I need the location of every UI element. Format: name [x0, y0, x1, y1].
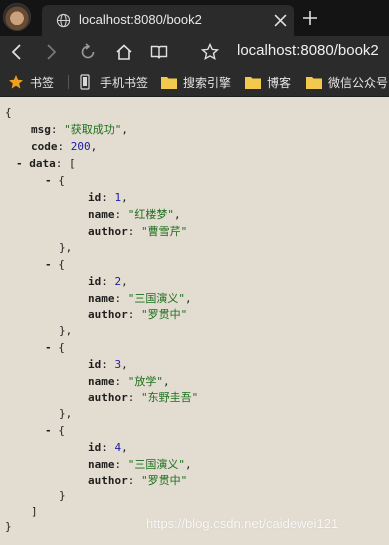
- json-id-row: id: 2,: [88, 275, 128, 288]
- bookmark-label: 搜索引擎: [183, 75, 232, 90]
- folder-icon: [245, 76, 261, 89]
- json-object-close: }: [59, 489, 66, 502]
- json-code-row: code: 200,: [31, 140, 98, 153]
- bookmark-label: 博客: [267, 75, 292, 90]
- folder-icon: [161, 76, 177, 89]
- bookmark-folder-blog[interactable]: 博客: [245, 68, 291, 96]
- collapse-toggle[interactable]: -: [45, 341, 52, 354]
- bookmark-divider: [68, 75, 69, 89]
- address-bar[interactable]: localhost:8080/book2: [237, 42, 379, 59]
- json-close-brace: }: [5, 520, 12, 533]
- json-author-row: author: "罗贯中": [88, 474, 188, 487]
- json-array-close: ]: [31, 505, 38, 518]
- json-key: id: [88, 191, 102, 204]
- json-key: author: [88, 308, 128, 321]
- collapse-toggle[interactable]: -: [45, 258, 52, 271]
- reload-icon[interactable]: [79, 43, 97, 61]
- json-name-row: name: "三国演义",: [88, 292, 192, 305]
- json-string-value: "获取成功": [64, 123, 122, 136]
- collapse-toggle[interactable]: -: [45, 424, 52, 437]
- json-author-row: author: "东野圭吾": [88, 391, 199, 404]
- json-string-value: "东野圭吾": [141, 391, 199, 404]
- forward-icon[interactable]: [42, 43, 60, 61]
- json-object-close: },: [59, 407, 73, 420]
- home-icon[interactable]: [115, 43, 133, 61]
- bookmarks-bar: 书签 手机书签 搜索引擎 博客 微信公众号: [0, 68, 389, 97]
- bookmark-label: 微信公众号: [328, 75, 389, 90]
- json-name-row: name: "放学",: [88, 375, 170, 388]
- bookmark-folder-wechat[interactable]: 微信公众号: [306, 68, 388, 96]
- json-key: name: [88, 458, 115, 471]
- json-key: author: [88, 474, 128, 487]
- json-key: msg: [31, 123, 51, 136]
- watermark: https://blog.csdn.net/caidewei121: [146, 516, 339, 531]
- browser-tab[interactable]: localhost:8080/book2: [42, 5, 294, 36]
- json-data-row: - data: [: [16, 157, 76, 170]
- json-open-brace: {: [5, 106, 12, 119]
- json-object-open: - {: [45, 341, 65, 354]
- json-string-value: "红楼梦": [127, 208, 174, 221]
- json-key: author: [88, 391, 128, 404]
- json-msg-row: msg: "获取成功",: [31, 123, 128, 136]
- json-author-row: author: "罗贯中": [88, 308, 188, 321]
- json-key: id: [88, 441, 102, 454]
- bookmark-label: 手机书签: [100, 75, 149, 90]
- globe-icon: [56, 13, 71, 28]
- json-key: code: [31, 140, 58, 153]
- collapse-toggle[interactable]: -: [16, 157, 23, 170]
- bookmark-label: 书签: [30, 75, 55, 90]
- reading-view-icon[interactable]: [150, 43, 168, 61]
- json-name-row: name: "红楼梦",: [88, 208, 181, 221]
- json-string-value: "罗贯中": [141, 474, 188, 487]
- json-string-value: "三国演义": [127, 458, 185, 471]
- json-object-open: - {: [45, 174, 65, 187]
- json-id-row: id: 3,: [88, 358, 128, 371]
- json-id-row: id: 4,: [88, 441, 128, 454]
- json-object-open: - {: [45, 258, 65, 271]
- phone-icon: [80, 74, 90, 90]
- json-name-row: name: "三国演义",: [88, 458, 192, 471]
- bookmark-folder-search[interactable]: 搜索引擎: [161, 68, 231, 96]
- back-icon[interactable]: [8, 43, 26, 61]
- json-key: id: [88, 358, 102, 371]
- profile-avatar[interactable]: [3, 3, 31, 31]
- json-string-value: "罗贯中": [141, 308, 188, 321]
- bookmark-bookmarks[interactable]: 书签: [8, 68, 54, 96]
- collapse-toggle[interactable]: -: [45, 174, 52, 187]
- tab-strip: localhost:8080/book2: [0, 0, 389, 36]
- json-object-close: },: [59, 324, 73, 337]
- browser-toolbar: localhost:8080/book2: [0, 36, 389, 68]
- json-key: name: [88, 208, 115, 221]
- bookmark-mobile[interactable]: 手机书签: [80, 68, 148, 96]
- json-string-value: "放学": [127, 375, 163, 388]
- bookmark-star-icon: [9, 75, 23, 89]
- new-tab-icon[interactable]: [303, 11, 317, 25]
- json-key: author: [88, 225, 128, 238]
- close-icon[interactable]: [274, 14, 287, 27]
- json-string-value: "三国演义": [127, 292, 185, 305]
- json-object-open: - {: [45, 424, 65, 437]
- json-author-row: author: "曹雪芹": [88, 225, 188, 238]
- json-string-value: "曹雪芹": [141, 225, 188, 238]
- json-object-close: },: [59, 241, 73, 254]
- folder-icon: [306, 76, 322, 89]
- json-key: name: [88, 292, 115, 305]
- star-icon[interactable]: [201, 43, 219, 61]
- json-key: id: [88, 275, 102, 288]
- json-id-row: id: 1,: [88, 191, 128, 204]
- tab-title: localhost:8080/book2: [79, 12, 202, 27]
- json-number-value: 200: [70, 140, 91, 153]
- json-viewer: { msg: "获取成功", code: 200, - data: [ - { …: [0, 97, 389, 545]
- json-key: data: [29, 157, 56, 170]
- json-key: name: [88, 375, 115, 388]
